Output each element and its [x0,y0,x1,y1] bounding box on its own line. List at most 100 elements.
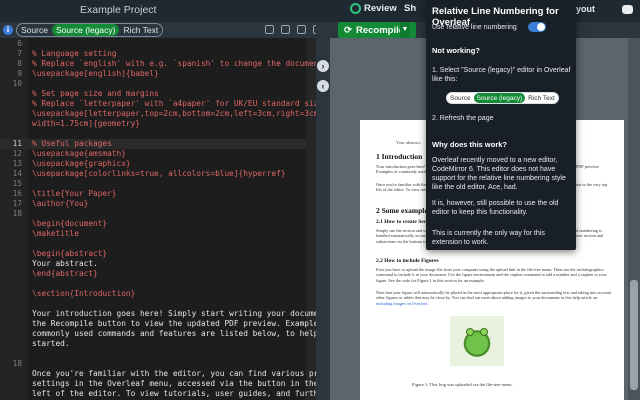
toolbar-icon-3[interactable] [297,25,306,34]
code-line[interactable]: 13 \usepackage{graphicx} [0,159,306,169]
line-number: 12 [12,149,22,158]
code-line[interactable]: \section{Introduction} [0,289,306,299]
editor-mode-toggle: Source Source (legacy) Rich Text [16,23,164,37]
code-line[interactable]: \begin{abstract} [0,249,306,259]
section-introduction: 1 Introduction [376,152,423,161]
code-line[interactable]: settings in the Overleaf menu, accessed … [0,379,361,389]
code-line[interactable]: the Recompile button to view the updated… [0,319,337,329]
why-paragraph-1: Overleaf recently moved to a new editor,… [432,157,566,191]
code-line[interactable] [0,279,306,289]
mode-source-legacy[interactable]: Source (legacy) [51,24,120,36]
figures-paragraph: First you have to upload the image file … [376,267,607,283]
code-line[interactable]: commonly used commands and features are … [0,329,356,339]
help-article-link[interactable]: including images on Overleaf. [376,301,428,306]
project-title: Example Project [80,4,157,16]
pdf-scrollbar-thumb[interactable] [630,280,638,390]
sync-to-code-button[interactable]: ‹ [317,80,329,92]
line-code: % Language setting [32,49,117,58]
line-code: % Set page size and margins [32,89,159,98]
pane-splitter[interactable]: › ‹ [316,22,330,400]
code-line[interactable]: Your introduction goes here! Simply star… [0,309,365,319]
overleaf-window: Example Project Review Sh yout i Source … [0,0,640,400]
review-label: Review [364,3,397,14]
code-line[interactable]: started. [0,339,306,349]
code-line[interactable]: 17 \author{You} [0,199,306,209]
editor-scrollbar[interactable] [306,38,316,400]
line-code: % Useful packages [32,139,112,148]
recompile-options-caret[interactable]: ▼ [400,22,410,38]
line-code: Your abstract. [32,259,98,268]
review-button[interactable]: Review [350,3,397,14]
line-code: Once you're familiar with the editor, yo… [32,369,342,378]
code-line[interactable]: 6 [0,39,306,49]
frog-figure [450,316,504,366]
not-working-heading: Not working? [432,46,480,55]
code-line[interactable]: left of the editor. To view tutorials, u… [0,389,328,399]
code-line[interactable]: \end{abstract} [0,269,306,279]
code-line[interactable]: 12 \usepackage{amsmath} [0,149,306,159]
code-line[interactable]: 10 [0,79,306,89]
line-code: left of the editor. To view tutorials, u… [32,389,328,398]
code-line[interactable]: Your abstract. [0,259,306,269]
why-paragraph-2: It is, however, still possible to use th… [432,200,559,216]
line-code: width=1.75cm]{geometry} [32,119,140,128]
code-line[interactable] [0,239,306,249]
code-line[interactable]: Once you're familiar with the editor, yo… [0,369,342,379]
code-line[interactable]: 18 [0,209,306,219]
code-editor[interactable]: 6 7 % Language setting 8% Replace `english'… [0,38,365,400]
code-line[interactable]: % Replace `letterpaper' with `a4paper' f… [0,99,323,109]
recompile-label: Recompile [355,24,405,36]
line-code: \maketitle [32,229,79,238]
line-code: settings in the Overleaf menu, accessed … [32,379,361,388]
layout-button[interactable]: yout [576,4,595,14]
line-number: 14 [12,169,22,178]
abstract-text: Your abstract. [396,140,422,145]
toolbar-icon-1[interactable] [265,25,274,34]
code-line[interactable]: 7 % Language setting [0,49,306,59]
share-button[interactable]: Sh [404,3,416,14]
code-line[interactable] [0,349,306,359]
info-icon[interactable]: i [3,25,13,35]
code-line[interactable]: 18 [0,359,306,369]
mode-source[interactable]: Source [17,24,52,36]
line-number: 6 [17,39,22,48]
code-line[interactable]: 14 \usepackage[colorlinks=true, allcolors… [0,169,306,179]
code-line[interactable]: width=1.75cm]{geometry} [0,119,306,129]
frog-eye-right [480,328,488,336]
step-2-text: 2. Refresh the page [432,115,494,122]
mode-rich-text[interactable]: Rich Text [119,24,162,36]
code-line[interactable]: 8% Replace `english' with e.g. `spanish'… [0,59,365,69]
code-line[interactable]: 15 [0,179,306,189]
code-line[interactable]: 11 % Useful packages [0,139,306,149]
example-mode-source: Source [450,95,471,102]
code-line[interactable]: \begin{document} [0,219,306,229]
code-line[interactable] [0,299,306,309]
relative-numbering-switch[interactable] [528,22,546,32]
line-code: \title{Your Paper} [32,189,117,198]
line-number: 15 [12,179,22,188]
switch-knob [537,23,545,31]
line-code: \author{You} [32,199,89,208]
line-number: 10 [12,79,22,88]
code-line[interactable]: % Set page size and margins [0,89,306,99]
code-line[interactable]: \maketitle [0,229,306,239]
chat-icon[interactable] [622,5,633,14]
line-number: 18 [12,359,22,368]
code-line[interactable]: 9 \usepackage[english]{babel} [0,69,306,79]
code-line[interactable]: 16 \title{Your Paper} [0,189,306,199]
sync-to-pdf-button[interactable]: › [317,60,329,72]
editor-toolbar: i Source Source (legacy) Rich Text [0,22,322,38]
code-line[interactable] [0,129,306,139]
code-line[interactable]: \usepackage[letterpaper,top=2cm,bottom=2… [0,109,365,119]
extension-popup: Relative Line Numbering for Overleaf Use… [426,0,576,250]
review-icon [350,3,361,14]
line-code: % Replace `letterpaper' with `a4paper' f… [32,99,324,108]
line-code: \usepackage[colorlinks=true, allcolors=b… [32,169,286,178]
line-code: \begin{abstract} [32,249,108,258]
line-number: 9 [17,69,22,78]
subsection-figures: 2.2 How to include Figures [376,258,439,264]
toolbar-icon-2[interactable] [281,25,290,34]
line-number: 18 [12,209,22,218]
figure-caption: Figure 1: This frog was uploaded via the… [412,382,513,387]
line-number: 8 [17,59,22,68]
